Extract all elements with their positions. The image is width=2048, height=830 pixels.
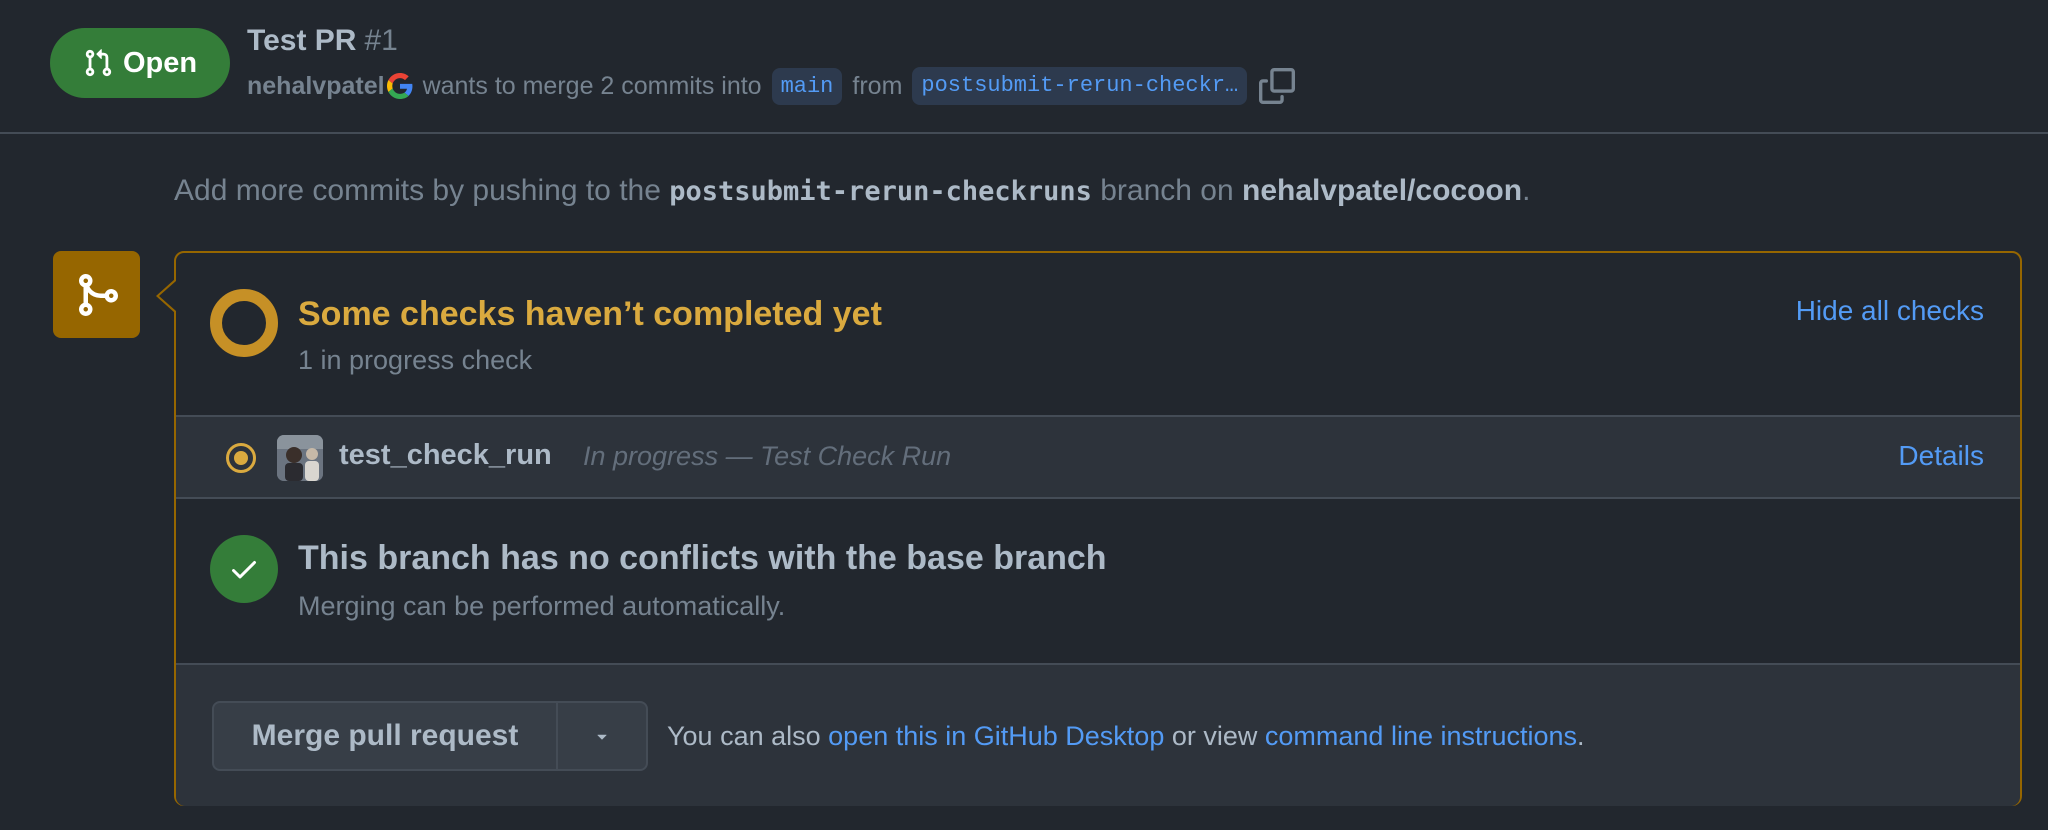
merge-box: Some checks haven’t completed yet 1 in p…: [174, 251, 2022, 806]
triangle-down-icon: [597, 734, 607, 740]
conflicts-subtitle: Merging can be performed automatically.: [298, 591, 786, 621]
check-run-row: test_check_run In progress — Test Check …: [176, 417, 2020, 499]
merge-pull-request-button[interactable]: Merge pull request: [214, 703, 558, 769]
pr-header: Open Test PR #1 nehalvpatel wants to merg…: [0, 0, 2048, 134]
pr-state-badge: Open: [50, 28, 230, 98]
note-prefix: You can also: [667, 721, 821, 751]
command-line-instructions-link[interactable]: command line instructions: [1265, 721, 1577, 751]
base-branch[interactable]: main: [771, 67, 843, 105]
pr-state-label: Open: [122, 46, 198, 79]
check-circle-icon: [210, 535, 278, 603]
meta-text: wants to merge 2 commits into: [422, 71, 762, 100]
git-merge-icon: [78, 273, 118, 316]
merge-options-dropdown[interactable]: [558, 703, 646, 769]
pr-title-text: Test PR: [247, 24, 357, 57]
conflicts-section: This branch has no conflicts with the ba…: [176, 499, 2020, 665]
pr-number: #1: [364, 24, 398, 57]
google-g-icon: [386, 73, 413, 99]
hint-suffix: .: [1522, 174, 1531, 207]
author-link[interactable]: nehalvpatel: [247, 72, 385, 101]
in-progress-dot-icon: [226, 443, 256, 473]
open-in-desktop-link[interactable]: open this in GitHub Desktop: [828, 721, 1164, 751]
hint-repo[interactable]: nehalvpatel/cocoon: [1242, 174, 1522, 207]
head-branch[interactable]: postsubmit-rerun-checkr…: [912, 67, 1248, 105]
box-pointer-inner: [159, 281, 176, 311]
hint-prefix: Add more commits by pushing to the: [174, 174, 661, 207]
pr-title: Test PR #1: [247, 24, 398, 58]
check-run-details-link[interactable]: Details: [1898, 440, 1984, 472]
checks-title: Some checks haven’t completed yet: [298, 295, 882, 333]
avatar: [277, 435, 323, 481]
avatar-image: [277, 435, 323, 481]
git-pull-request-icon: [85, 49, 112, 77]
push-hint: Add more commits by pushing to the posts…: [174, 174, 1530, 208]
check-run-name: test_check_run: [339, 439, 552, 471]
copy-icon[interactable]: [1259, 68, 1296, 104]
merge-alternatives-note: You can also open this in GitHub Desktop…: [667, 721, 1585, 752]
note-suffix: .: [1577, 721, 1585, 751]
hint-middle: branch on: [1100, 174, 1234, 207]
check-icon: [232, 561, 256, 579]
pr-meta: nehalvpatel wants to merge 2 commits int…: [247, 66, 1296, 106]
conflicts-title: This branch has no conflicts with the ba…: [298, 539, 1107, 577]
pull-request-page: Open Test PR #1 nehalvpatel wants to merg…: [0, 0, 2048, 830]
hide-all-checks-link[interactable]: Hide all checks: [1796, 295, 1984, 327]
merge-status-tile: [53, 251, 140, 338]
checks-subtitle: 1 in progress check: [298, 345, 533, 375]
check-run-status: In progress — Test Check Run: [583, 441, 952, 471]
checks-section: Some checks haven’t completed yet 1 in p…: [176, 253, 2020, 417]
head-branch-label: postsubmit-rerun-checkr…: [921, 73, 1239, 99]
merge-action-section: Merge pull request You can also open thi…: [176, 665, 2020, 806]
pending-ring-icon: [210, 289, 278, 357]
merge-button-group: Merge pull request: [212, 701, 648, 771]
note-middle: or view: [1171, 721, 1258, 751]
hint-branch: postsubmit-rerun-checkruns: [669, 176, 1092, 207]
from-text: from: [852, 71, 903, 100]
